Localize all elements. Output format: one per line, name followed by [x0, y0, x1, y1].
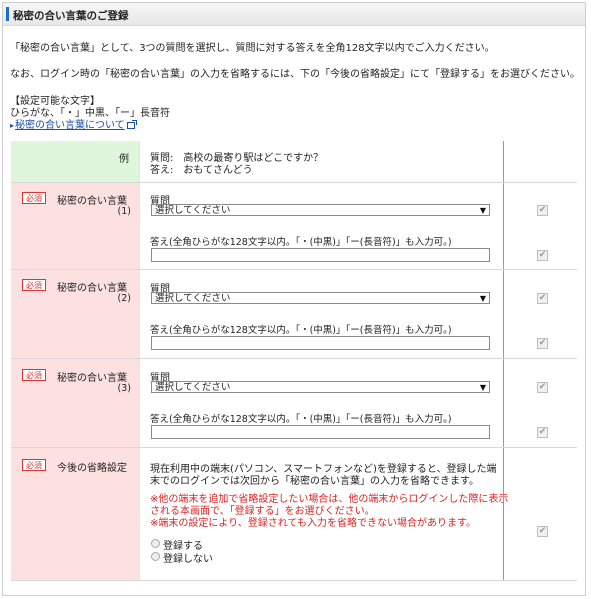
- secret-word-label-2: 秘密の合い言葉: [57, 283, 127, 294]
- intro-line-2: なお、ログイン時の「秘密の合い言葉」の入力を省略するには、下の「今後の省略設定」…: [10, 69, 580, 80]
- register-radio[interactable]: [151, 539, 160, 548]
- omit-setting-label-cell: 必須 今後の省略設定: [11, 448, 139, 580]
- secret-word-content-1: 質問 選択してください ▼ 答え(全角ひらがな128文字以内。「・(中黒)」「ー…: [139, 183, 504, 269]
- example-answer: 答え: おもてさんどう: [150, 165, 253, 176]
- question-check-icon-2: ✔: [537, 293, 548, 304]
- secret-word-content-3: 質問 選択してください ▼ 答え(全角ひらがな128文字以内。「・(中黒)」「ー…: [139, 359, 504, 447]
- answer-label-2: 答え(全角ひらがな128文字以内。「・(中黒)」「ー(長音符)」も入力可。): [150, 325, 452, 336]
- example-label: 例: [119, 154, 129, 165]
- secret-word-row-1: 必須 秘密の合い言葉 (1) 質問 選択してください ▼ 答え(全角ひらがな12…: [11, 183, 577, 269]
- example-content: 質問: 高校の最寄り駅はどこですか？ 答え: おもてさんどう: [139, 141, 504, 182]
- question-select-value-1: 選択してください: [155, 205, 231, 216]
- question-check-icon-3: ✔: [537, 382, 548, 393]
- dropdown-arrow-icon: ▼: [479, 383, 486, 392]
- header-accent-bar: [6, 7, 9, 21]
- secret-word-label-3: 秘密の合い言葉: [57, 373, 127, 384]
- example-check-cell: [503, 141, 578, 182]
- secret-word-number-3: (3): [117, 383, 131, 394]
- required-badge: 必須: [22, 459, 46, 471]
- answer-input-2[interactable]: [151, 336, 490, 350]
- answer-check-icon-3: ✔: [537, 427, 548, 438]
- external-window-icon: [126, 120, 137, 129]
- required-badge: 必須: [22, 369, 46, 381]
- not-register-radio-label[interactable]: 登録しない: [163, 550, 213, 565]
- omit-setting-label: 今後の省略設定: [57, 463, 127, 474]
- question-check-icon-1: ✔: [537, 205, 548, 216]
- answer-check-icon-2: ✔: [537, 338, 548, 349]
- check-cell-3: ✔ ✔: [503, 359, 578, 447]
- check-cell-2: ✔ ✔: [503, 270, 578, 358]
- example-label-cell: 例: [11, 141, 139, 182]
- example-row: 例 質問: 高校の最寄り駅はどこですか？ 答え: おもてさんどう: [11, 141, 577, 182]
- omit-check-cell: ✔: [503, 448, 578, 580]
- secret-word-label-cell-2: 必須 秘密の合い言葉 (2): [11, 270, 139, 358]
- omit-check-icon: ✔: [537, 526, 548, 537]
- answer-input-3[interactable]: [151, 425, 490, 439]
- secret-word-content-2: 質問 選択してください ▼ 答え(全角ひらがな128文字以内。「・(中黒)」「ー…: [139, 270, 504, 358]
- question-select-2[interactable]: 選択してください ▼: [151, 292, 490, 304]
- omit-desc-line-2: 末でのログインでは次回から「秘密の合い言葉」の入力を省略できます。: [150, 476, 479, 487]
- required-badge: 必須: [22, 279, 46, 291]
- answer-label-1: 答え(全角ひらがな128文字以内。「・(中黒)」「ー(長音符)」も入力可。): [150, 237, 452, 248]
- omit-setting-row: 必須 今後の省略設定 現在利用中の端末(パソコン、スマートフォンなど)を登録する…: [11, 448, 577, 580]
- question-select-1[interactable]: 選択してください ▼: [151, 204, 490, 216]
- link-arrow-icon: ▸: [10, 121, 15, 130]
- answer-input-1[interactable]: [151, 248, 490, 262]
- secret-word-number-1: (1): [117, 206, 131, 217]
- about-link-row: ▸秘密の合い言葉について: [10, 119, 137, 132]
- secret-word-label-1: 秘密の合い言葉: [57, 196, 127, 207]
- answer-label-3: 答え(全角ひらがな128文字以内。「・(中黒)」「ー(長音符)」も入力可。): [150, 414, 452, 425]
- secret-word-number-2: (2): [117, 293, 131, 304]
- answer-check-icon-1: ✔: [537, 250, 548, 261]
- question-select-value-3: 選択してください: [155, 382, 231, 393]
- omit-setting-content: 現在利用中の端末(パソコン、スマートフォンなど)を登録すると、登録した端 末での…: [139, 448, 508, 580]
- question-select-value-2: 選択してください: [155, 293, 231, 304]
- secret-word-label-cell-3: 必須 秘密の合い言葉 (3): [11, 359, 139, 447]
- row-divider: [11, 580, 577, 581]
- page-title: 秘密の合い言葉のご登録: [13, 10, 129, 22]
- about-secret-words-link[interactable]: 秘密の合い言葉について: [15, 120, 125, 131]
- secret-word-row-2: 必須 秘密の合い言葉 (2) 質問 選択してください ▼ 答え(全角ひらがな12…: [11, 270, 577, 358]
- not-register-radio[interactable]: [151, 552, 160, 561]
- question-select-3[interactable]: 選択してください ▼: [151, 381, 490, 393]
- secret-word-label-cell-1: 必須 秘密の合い言葉 (1): [11, 183, 139, 269]
- check-cell-1: ✔ ✔: [503, 183, 578, 269]
- secret-word-row-3: 必須 秘密の合い言葉 (3) 質問 選択してください ▼ 答え(全角ひらがな12…: [11, 359, 577, 447]
- intro-line-1: 「秘密の合い言葉」として、3つの質問を選択し、質問に対する答えを全角128文字以…: [10, 43, 495, 54]
- dropdown-arrow-icon: ▼: [479, 294, 486, 303]
- dropdown-arrow-icon: ▼: [479, 206, 486, 215]
- required-badge: 必須: [22, 192, 46, 204]
- panel-header: 秘密の合い言葉のご登録: [3, 3, 585, 26]
- omit-note-2: ※端末の設定により、登録されても入力を省略できない場合があります。: [150, 518, 476, 529]
